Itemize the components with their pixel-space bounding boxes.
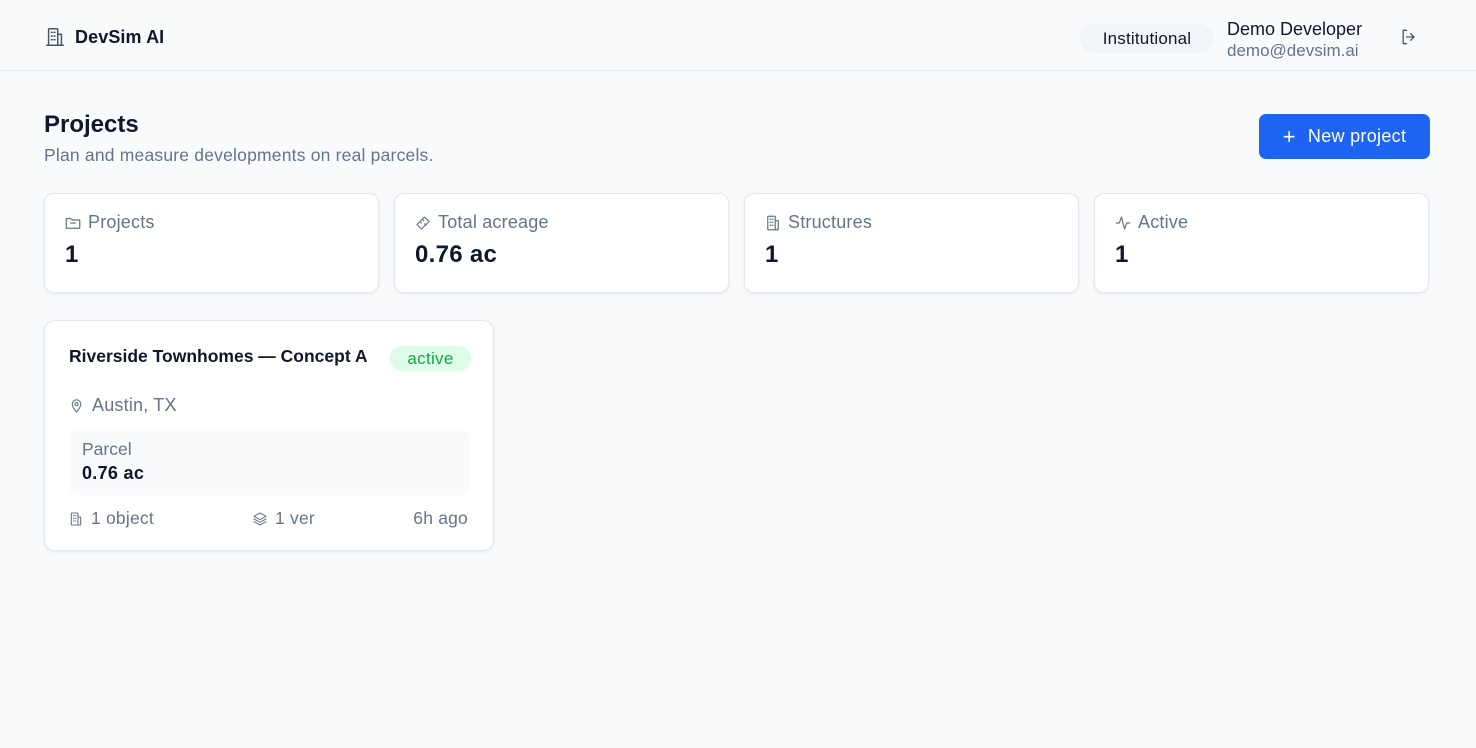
logout-icon[interactable]: [1399, 27, 1419, 47]
object-count-text: 1 object: [91, 508, 154, 528]
stat-label: Projects: [88, 212, 155, 232]
map-pin-icon: [68, 397, 85, 414]
version-count: 1 ver: [252, 508, 315, 529]
status-badge: active: [390, 346, 471, 371]
layers-icon: [252, 511, 268, 527]
stat-card-total-acreage: Total acreage 0.76 ac: [394, 193, 729, 293]
stat-label: Structures: [788, 212, 873, 232]
top-header: DevSim AI Institutional Demo Developer d…: [0, 0, 1476, 71]
user-info: Demo Developer demo@devsim.ai: [1227, 19, 1362, 61]
project-title: Riverside Townhomes — Concept A: [69, 346, 368, 366]
plan-badge: Institutional: [1080, 24, 1214, 53]
parcel-value: 0.76 ac: [82, 463, 145, 483]
object-count: 1 object: [68, 508, 154, 529]
brand[interactable]: DevSim AI: [44, 26, 164, 48]
stat-label: Total acreage: [438, 212, 549, 232]
stat-card-active: Active 1: [1094, 193, 1429, 293]
new-project-label: New project: [1307, 126, 1407, 146]
plus-icon: +: [1282, 123, 1296, 149]
stat-value: 1: [65, 241, 79, 268]
stat-card-structures: Structures 1: [744, 193, 1079, 293]
ruler-icon: [414, 214, 432, 232]
updated-time: 6h ago: [413, 508, 468, 528]
project-card[interactable]: Riverside Townhomes — Concept A active A…: [44, 320, 494, 551]
building-icon: [764, 214, 782, 232]
page-title: Projects: [44, 111, 139, 138]
stat-value: 0.76 ac: [415, 241, 498, 268]
project-location: Austin, TX: [68, 395, 177, 416]
brand-name: DevSim AI: [75, 26, 165, 47]
stat-label: Active: [1138, 212, 1189, 232]
user-email: demo@devsim.ai: [1227, 41, 1359, 60]
location-text: Austin, TX: [92, 395, 177, 415]
stat-value: 1: [765, 241, 779, 268]
user-name: Demo Developer: [1227, 19, 1363, 39]
activity-icon: [1114, 214, 1132, 232]
stat-value: 1: [1115, 241, 1129, 268]
new-project-button[interactable]: + New project: [1259, 114, 1430, 159]
parcel-summary: Parcel 0.76 ac: [69, 431, 469, 495]
parcel-label: Parcel: [82, 439, 132, 459]
stat-card-projects: Projects 1: [44, 193, 379, 293]
folder-icon: [64, 214, 82, 232]
version-count-text: 1 ver: [275, 508, 315, 528]
building-icon: [68, 511, 84, 527]
building-icon: [44, 26, 66, 48]
page-subtitle: Plan and measure developments on real pa…: [44, 145, 434, 165]
